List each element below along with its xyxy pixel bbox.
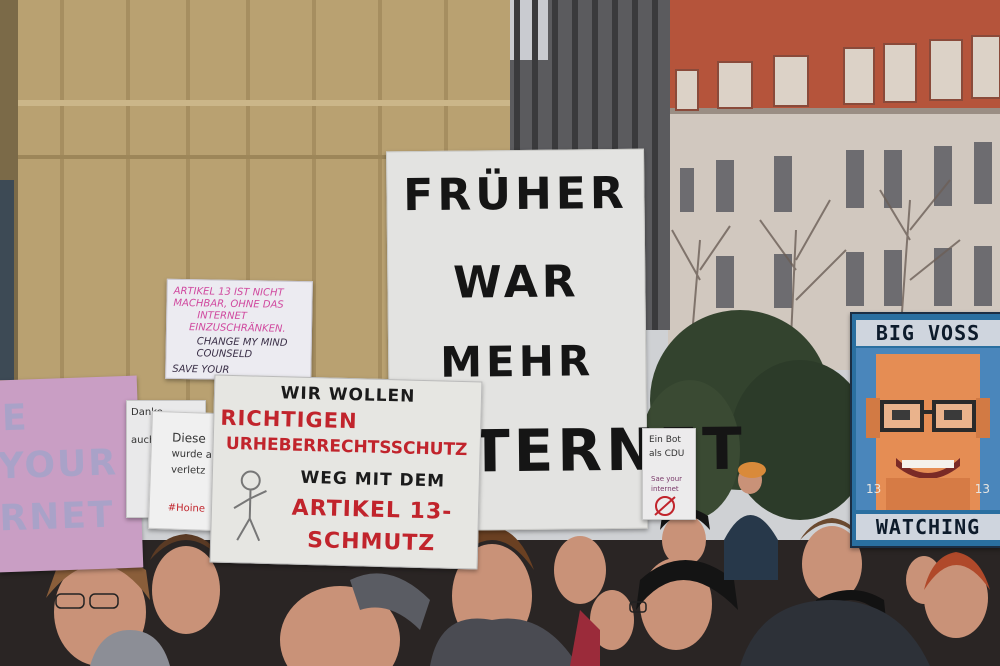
sign-line: YOUR [0, 442, 119, 488]
sign-big-voss-watching: BIG VOSS 13 13 WATCHING [850, 312, 1000, 548]
sign-line: WIR WOLLEN [280, 383, 416, 407]
sign-your-internet: E YOUR RNET [0, 375, 144, 573]
sign-line: Ein Bot [649, 435, 681, 445]
sign-voss-top: BIG VOSS [856, 320, 1000, 346]
sign-line: INTERNET [197, 310, 248, 323]
sign-line: als CDU [649, 449, 685, 459]
sign-line: MACHBAR, OHNE DAS [173, 297, 284, 311]
sign-artikel-13-note: ARTIKEL 13 IST NICHT MACHBAR, OHNE DAS I… [165, 278, 313, 382]
sign-line: TERNET [469, 414, 747, 486]
sign-line: EINZUSCHRÄNKEN. [188, 322, 286, 335]
sign-urheberrechtsschutz: WIR WOLLEN RICHTIGEN URHEBERRECHTSSCHUTZ… [209, 374, 483, 570]
sign-line: Diese [171, 430, 206, 446]
sign-line: FRÜHER [402, 167, 628, 222]
sign-line: RICHTIGEN [220, 405, 358, 434]
sign-line: CHANGE MY MIND [196, 336, 288, 349]
sign-line: verletz [170, 464, 206, 477]
sign-voss-number: 13 [866, 482, 882, 496]
sign-line: SCHMUTZ [306, 528, 436, 557]
sign-line: internet [651, 485, 679, 493]
sign-line: URHEBERRECHTSSCHUTZ [225, 433, 468, 461]
sign-voss-number: 13 [974, 482, 990, 496]
sign-line: E [1, 397, 30, 440]
sign-line: WEG MIT DEM [300, 467, 446, 492]
sign-voss-bottom: WATCHING [856, 514, 1000, 540]
sign-line: RNET [0, 494, 116, 540]
sign-line: ARTIKEL 13- [291, 495, 453, 525]
stick-figure-drawing [233, 470, 267, 542]
sign-line: ARTIKEL 13 IST NICHT [173, 285, 284, 299]
sign-bot-cdu: Ein Bot als CDU Sae your internet [642, 428, 696, 520]
sign-line: Sae your [651, 475, 683, 483]
sign-line: COUNSELD [196, 348, 253, 361]
crossed-logo-icon [654, 496, 676, 516]
sign-line: #Hoine [167, 502, 206, 515]
sign-line: WAR [452, 256, 580, 309]
sign-line: wurde a [171, 448, 213, 461]
